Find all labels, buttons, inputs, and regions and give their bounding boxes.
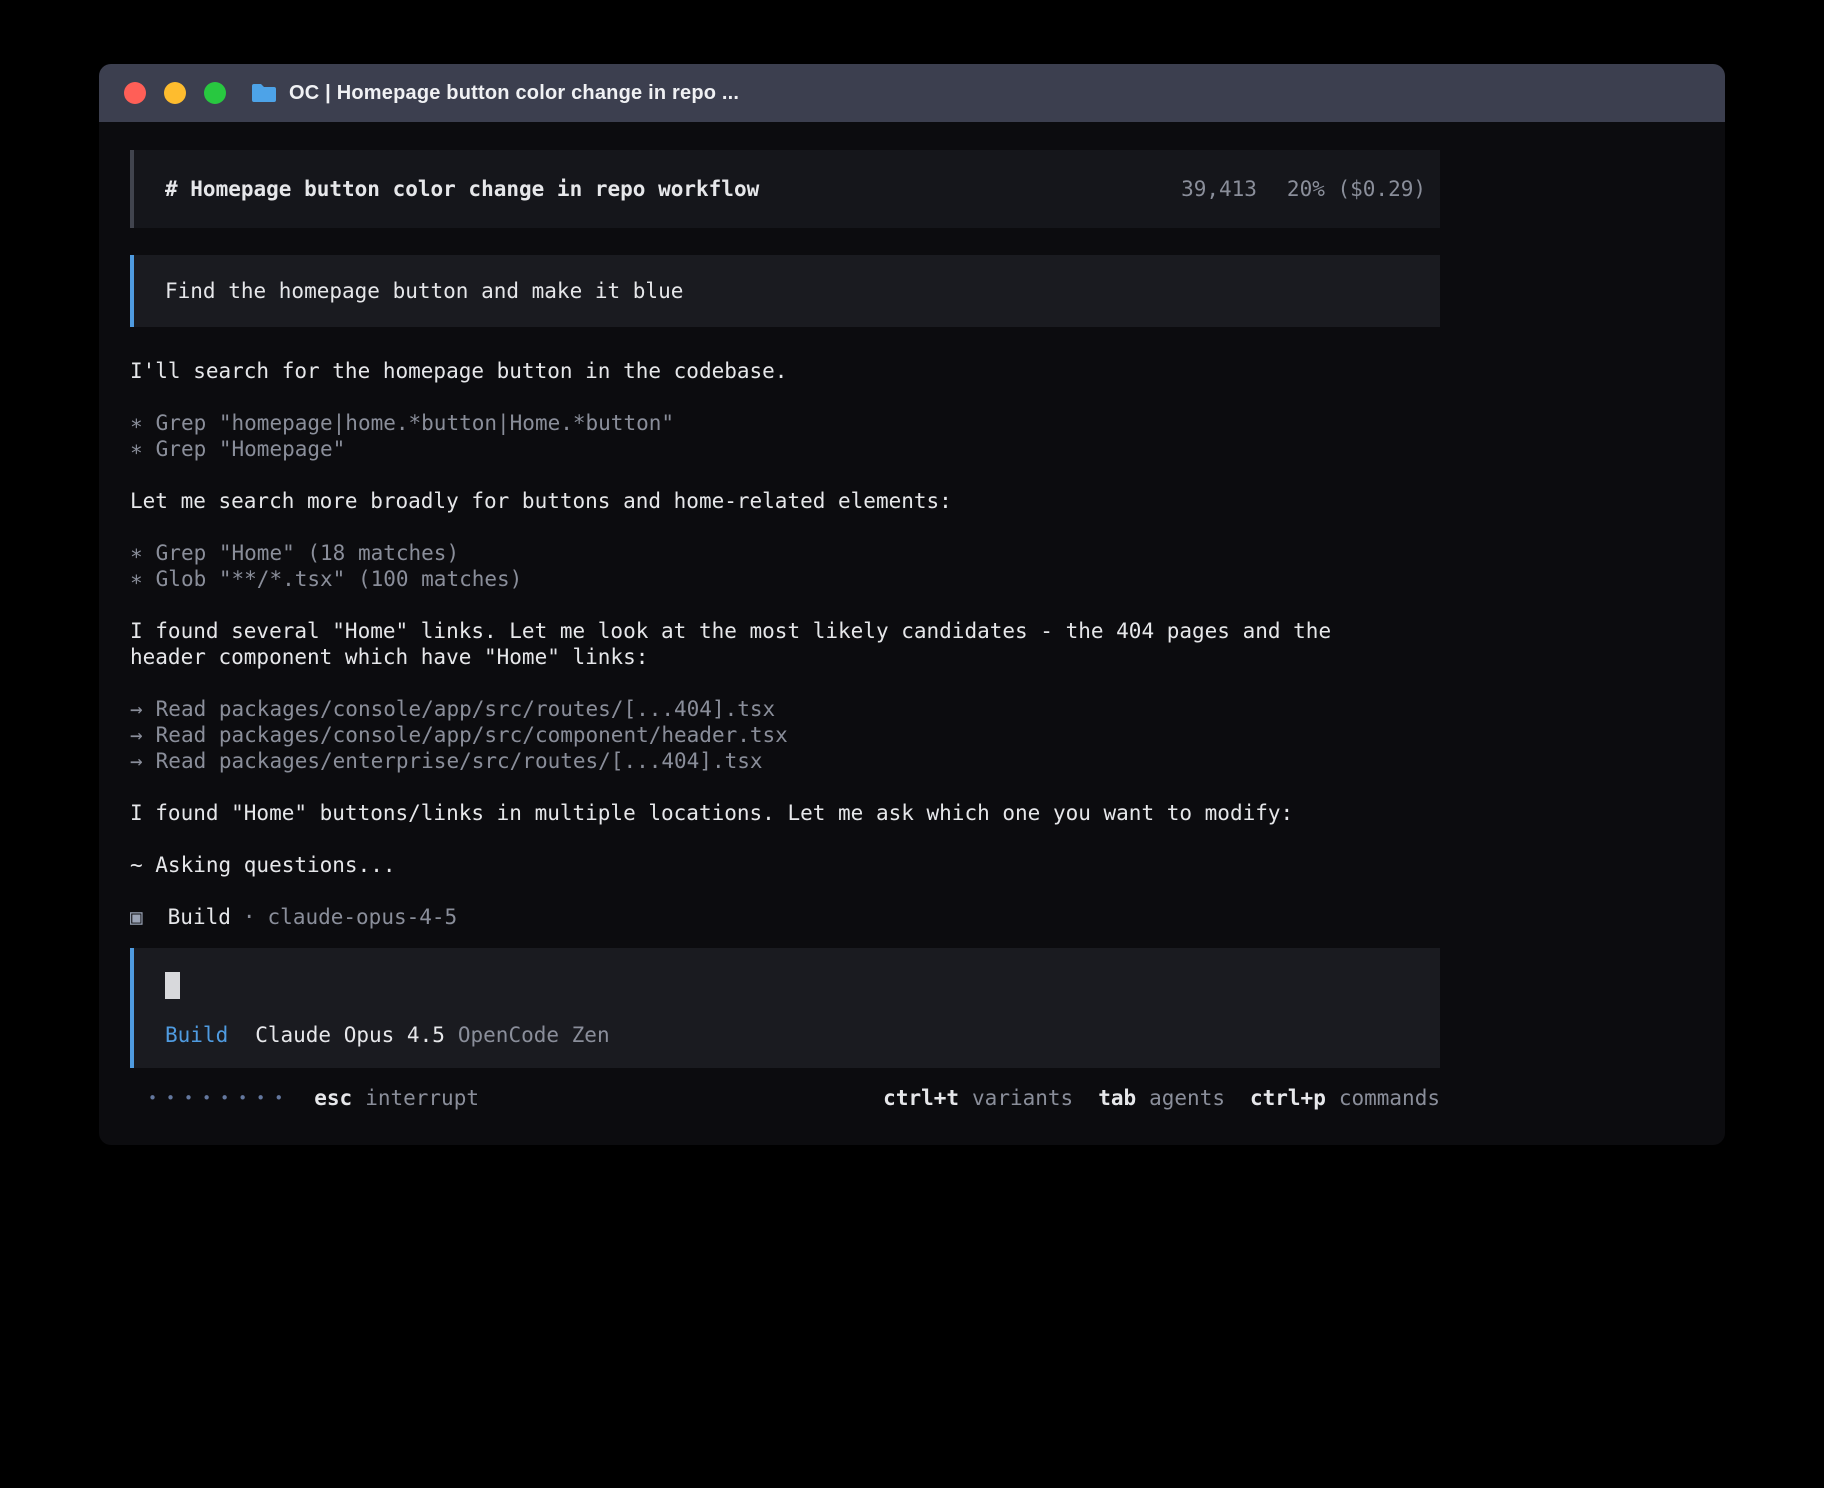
dot-separator: · (243, 904, 256, 930)
asterisk-icon: ∗ (130, 566, 143, 592)
prompt-input[interactable]: Build Claude Opus 4.5 OpenCode Zen (130, 948, 1440, 1068)
agent-name: Build (168, 904, 231, 930)
assistant-text: Let me search more broadly for buttons a… (130, 488, 1440, 514)
tool-call: → Read packages/enterprise/src/routes/[..… (130, 748, 1440, 774)
traffic-lights (124, 82, 226, 104)
token-count: 39,413 (1181, 176, 1257, 202)
tool-call: ∗ Grep "Homepage" (130, 436, 1440, 462)
terminal-window: OC | Homepage button color change in rep… (99, 64, 1725, 1145)
session-header: # Homepage button color change in repo w… (130, 150, 1440, 228)
shortcut-key-esc: esc (314, 1085, 352, 1111)
shortcut-agents: tab agents (1098, 1085, 1225, 1111)
agent-status: ▣ Build · claude-opus-4-5 (130, 904, 1440, 930)
shortcut-label-commands: commands (1339, 1085, 1440, 1111)
agent-square-icon: ▣ (130, 904, 143, 930)
shortcut-label-agents: agents (1149, 1085, 1225, 1111)
tool-call-label: Glob "**/*.tsx" (100 matches) (156, 567, 523, 591)
asterisk-icon: ∗ (130, 436, 143, 462)
shortcut-commands: ctrl+p commands (1250, 1085, 1440, 1111)
status-line: ~ Asking questions... (130, 852, 1440, 878)
folder-icon (251, 82, 277, 104)
arrow-right-icon: → (130, 748, 143, 774)
provider-name: OpenCode Zen (458, 1022, 610, 1048)
assistant-line: I found "Home" buttons/links in multiple… (130, 800, 1440, 826)
tool-call-label: Grep "Home" (18 matches) (156, 541, 459, 565)
tool-call: ∗ Grep "homepage|home.*button|Home.*butto… (130, 410, 1440, 436)
assistant-text: I'll search for the homepage button in t… (130, 358, 1440, 384)
shortcut-key-ctrl-p: ctrl+p (1250, 1085, 1326, 1111)
zoom-button[interactable] (204, 82, 226, 104)
spinner-dots-icon: •••••••• (148, 1085, 292, 1111)
tool-call-label: Read packages/enterprise/src/routes/[...… (156, 749, 763, 773)
assistant-line: header component which have "Home" links… (130, 644, 1440, 670)
assistant-line: Let me search more broadly for buttons a… (130, 488, 1440, 514)
tool-call: ∗ Glob "**/*.tsx" (100 matches) (130, 566, 1440, 592)
status-bar-right: ctrl+t variants tab agents ctrl+p comman… (883, 1085, 1440, 1111)
terminal-content: # Homepage button color change in repo w… (99, 150, 1725, 1120)
tool-call-label: Grep "homepage|home.*button|Home.*button… (156, 411, 674, 435)
titlebar-title-group: OC | Homepage button color change in rep… (251, 82, 739, 105)
arrow-right-icon: → (130, 696, 143, 722)
model-name: Claude Opus 4.5 (255, 1022, 445, 1048)
tool-call-group: ∗ Grep "Home" (18 matches) ∗ Glob "**/*.ts… (130, 540, 1440, 592)
tool-call: → Read packages/console/app/src/component… (130, 722, 1440, 748)
asterisk-icon: ∗ (130, 410, 143, 436)
shortcut-key-tab: tab (1098, 1085, 1136, 1111)
tool-call-label: Read packages/console/app/src/component/… (156, 723, 788, 747)
status-text: ~ Asking questions... (130, 852, 1440, 878)
tool-call-group: → Read packages/console/app/src/routes/[.… (130, 696, 1440, 774)
session-title: # Homepage button color change in repo w… (165, 176, 759, 202)
shortcut-variants: ctrl+t variants (883, 1085, 1073, 1111)
desktop-background: OC | Homepage button color change in rep… (0, 0, 1824, 1488)
arrow-right-icon: → (130, 722, 143, 748)
assistant-line: I'll search for the homepage button in t… (130, 358, 1440, 384)
agent-model: claude-opus-4-5 (268, 904, 458, 930)
assistant-text: I found "Home" buttons/links in multiple… (130, 800, 1440, 826)
shortcut-key-ctrl-t: ctrl+t (883, 1085, 959, 1111)
session-stats: 39,413 20% ($0.29) (1181, 176, 1426, 202)
mode-indicator: Build (165, 1022, 228, 1048)
tool-call-group: ∗ Grep "homepage|home.*button|Home.*butto… (130, 410, 1440, 462)
asterisk-icon: ∗ (130, 540, 143, 566)
window-titlebar[interactable]: OC | Homepage button color change in rep… (99, 64, 1725, 122)
tool-call: ∗ Grep "Home" (18 matches) (130, 540, 1440, 566)
tool-call-label: Grep "Homepage" (156, 437, 346, 461)
conversation: I'll search for the homepage button in t… (130, 358, 1440, 930)
window-title: OC | Homepage button color change in rep… (289, 82, 739, 105)
assistant-text: I found several "Home" links. Let me loo… (130, 618, 1440, 670)
tool-call-label: Read packages/console/app/src/routes/[..… (156, 697, 776, 721)
input-meta: Build Claude Opus 4.5 OpenCode Zen (165, 1022, 1440, 1048)
tool-call: → Read packages/console/app/src/routes/[.… (130, 696, 1440, 722)
user-message: Find the homepage button and make it blu… (130, 255, 1440, 327)
text-cursor (165, 972, 180, 999)
context-usage: 20% ($0.29) (1287, 176, 1426, 202)
minimize-button[interactable] (164, 82, 186, 104)
assistant-line: I found several "Home" links. Let me loo… (130, 618, 1440, 644)
shortcut-label-interrupt: interrupt (365, 1085, 479, 1111)
shortcut-label-variants: variants (972, 1085, 1073, 1111)
status-bar-left: •••••••• esc interrupt (148, 1085, 479, 1111)
user-message-text: Find the homepage button and make it blu… (165, 278, 683, 304)
status-bar: •••••••• esc interrupt ctrl+t variants t… (130, 1076, 1440, 1120)
close-button[interactable] (124, 82, 146, 104)
